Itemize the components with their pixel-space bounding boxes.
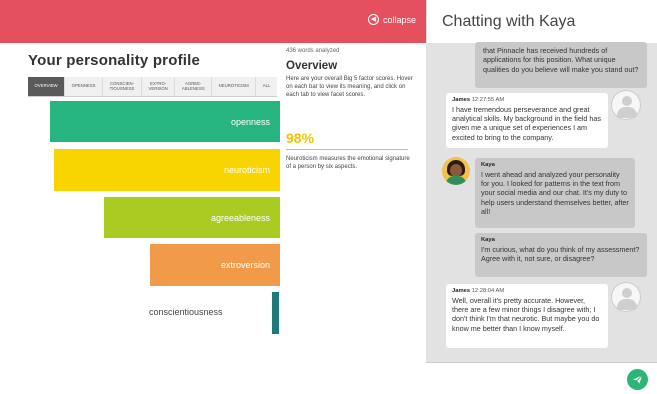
kaya-avatar — [442, 157, 470, 185]
tab-agreeableness[interactable]: AGREE- ABLENESS — [175, 77, 213, 96]
tab-all[interactable]: ALL — [256, 77, 277, 96]
message-text: I went ahead and analyzed your personali… — [481, 169, 629, 216]
chat-message: Kaya I went ahead and analyzed your pers… — [475, 158, 635, 228]
chat-message: James 12:27:55 AM I have tremendous pers… — [446, 93, 608, 148]
user-avatar-head — [622, 288, 632, 298]
bar-extroversion[interactable]: extroversion — [150, 244, 280, 286]
chat-input-bar[interactable] — [426, 362, 657, 394]
user-avatar — [611, 90, 641, 120]
user-avatar-body — [617, 107, 637, 118]
message-header: James 12:27:55 AM — [452, 97, 602, 105]
send-button[interactable] — [627, 369, 648, 390]
paper-plane-icon — [632, 375, 643, 384]
trait-tabs: OVERVIEW OPENNESS CONSCIEN- TIOUSNESS EX… — [28, 77, 277, 97]
tab-overview[interactable]: OVERVIEW — [28, 77, 66, 96]
message-time: 12:28:04 AM — [471, 288, 505, 294]
collapse-label: collapse — [382, 14, 416, 25]
message-sender: Kaya — [481, 162, 495, 168]
message-text: I'm curious, what do you think of my ass… — [481, 244, 640, 263]
bar-conscientiousness[interactable] — [272, 292, 279, 334]
bar-label-agreeableness: agreeableness — [210, 212, 270, 223]
bar-label-neuroticism: neuroticism — [223, 165, 270, 175]
user-avatar-body — [617, 299, 637, 310]
trait-note: Neuroticism measures the emotional signa… — [286, 156, 410, 171]
chat-message: that Pinnacle has received hundreds of a… — [475, 42, 647, 88]
message-text: that Pinnacle has received hundreds of a… — [483, 46, 639, 74]
bar-label-conscientiousness: conscientiousness — [149, 307, 223, 317]
message-text: Well, overall it's pretty accurate. Howe… — [452, 295, 600, 333]
user-avatar — [611, 282, 641, 312]
tab-openness[interactable]: OPENNESS — [65, 77, 104, 96]
bar-label-extroversion: extroversion — [220, 260, 270, 270]
collapse-button[interactable]: ◀ collapse — [367, 14, 416, 25]
tab-conscientiousness[interactable]: CONSCIEN- TIOUSNESS — [103, 77, 142, 96]
message-header: Kaya — [481, 237, 641, 245]
tab-extroversion[interactable]: EXTRO- VERSION — [142, 77, 176, 96]
user-avatar-head — [622, 96, 632, 106]
bar-neuroticism[interactable]: neuroticism — [54, 149, 280, 191]
chat-title: Chatting with Kaya — [442, 13, 576, 30]
message-text: I have tremendous perseverance and great… — [452, 104, 602, 142]
collapse-arrow-icon: ◀ — [367, 14, 379, 25]
bar-openness[interactable]: openness — [50, 101, 280, 142]
top-bar: ◀ collapse — [0, 0, 426, 43]
kaya-avatar-shirt — [446, 176, 466, 185]
info-title: Overview — [286, 60, 338, 72]
chat-panel: Chatting with Kaya that Pinnacle has rec… — [426, 0, 657, 394]
message-time: 12:27:55 AM — [471, 97, 505, 103]
chat-header: Chatting with Kaya — [426, 0, 657, 43]
score-divider — [286, 149, 408, 150]
message-sender: James — [452, 288, 471, 294]
chat-message: James 12:28:04 AM Well, overall it's pre… — [446, 284, 608, 348]
info-description: Here are your overall Big 5 factor score… — [286, 76, 413, 99]
bar-label-openness: openness — [230, 116, 270, 127]
message-sender: James — [452, 97, 471, 103]
app-root: ◀ collapse Your personality profile OVER… — [0, 0, 657, 394]
message-header: Kaya — [481, 162, 629, 170]
score-value: 98% — [286, 130, 315, 146]
bar-agreeableness[interactable]: agreeableness — [104, 197, 280, 238]
words-analyzed: 436 words analyzed — [286, 48, 340, 54]
chat-message: Kaya I'm curious, what do you think of m… — [475, 233, 647, 277]
tab-neuroticism[interactable]: NEUROTICISM — [212, 77, 257, 96]
page-title: Your personality profile — [28, 52, 201, 69]
message-sender: Kaya — [481, 237, 495, 243]
message-header: James 12:28:04 AM — [452, 288, 602, 296]
